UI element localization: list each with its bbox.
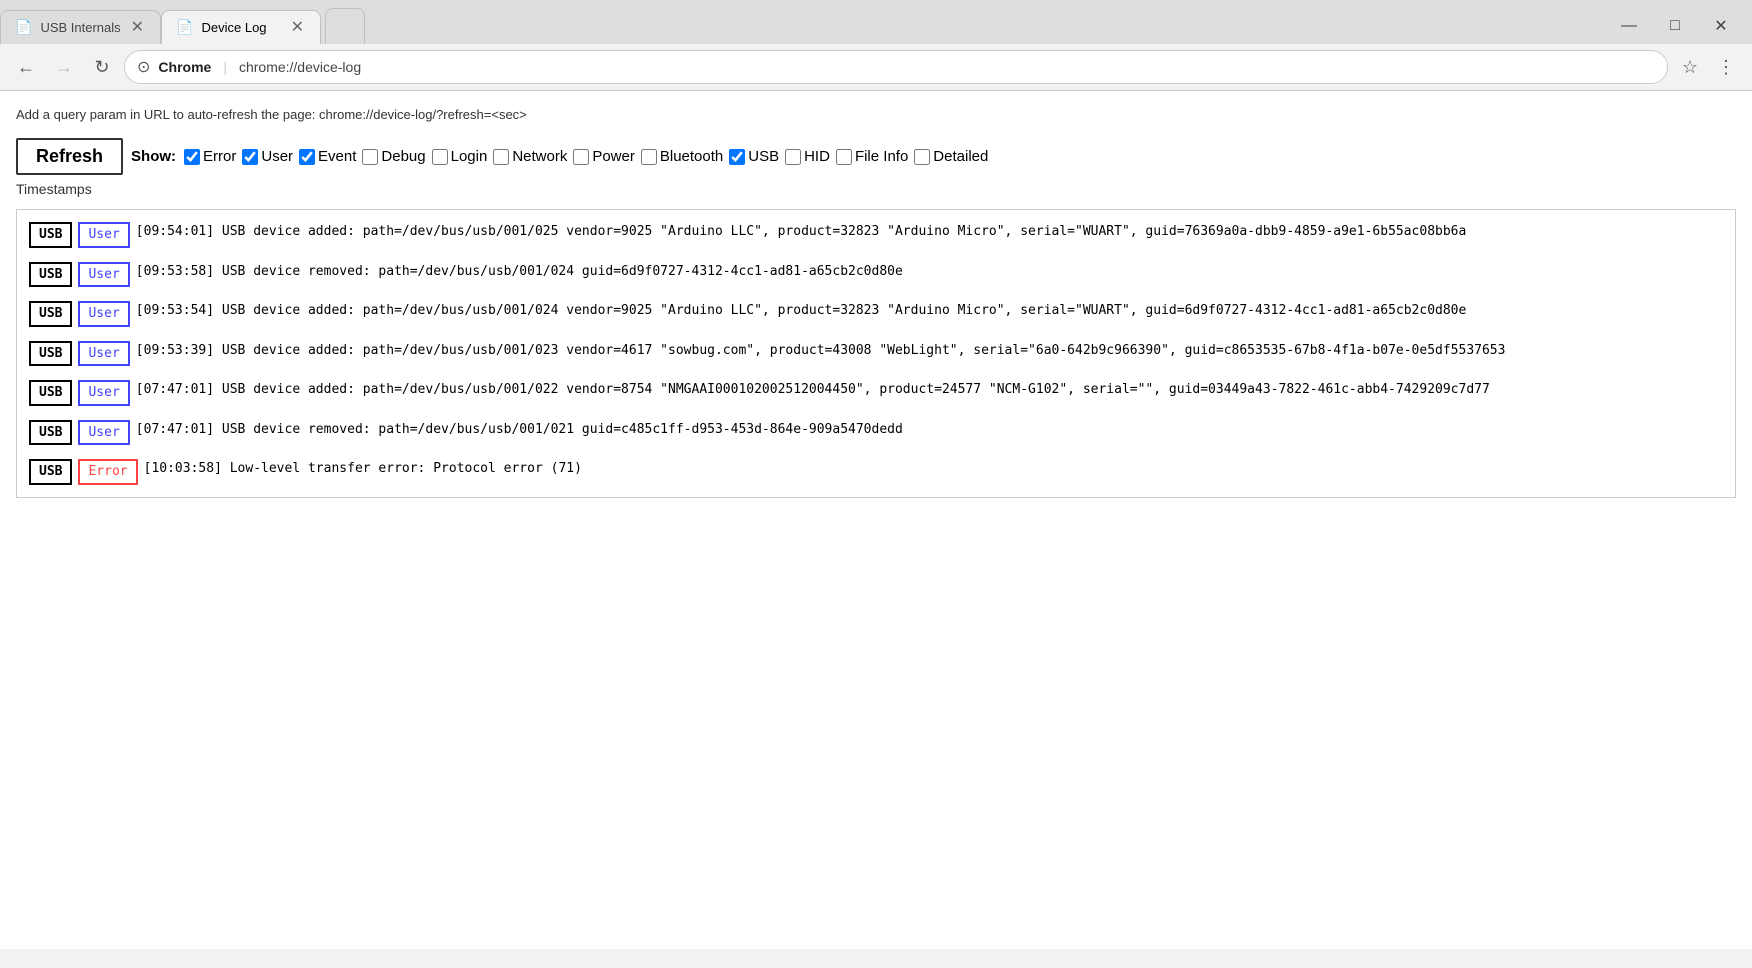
log-entry: USBUser [09:53:54] USB device added: path…	[29, 301, 1723, 327]
checkbox-bluetooth-input[interactable]	[641, 149, 657, 165]
address-separator: |	[223, 59, 227, 75]
type-tag: USB	[29, 262, 72, 288]
checkbox-debug-input[interactable]	[362, 149, 378, 165]
checkbox-login[interactable]: Login	[432, 148, 488, 165]
menu-button[interactable]: ⋮	[1710, 51, 1742, 83]
checkbox-power-input[interactable]	[573, 149, 589, 165]
type-tag: USB	[29, 380, 72, 406]
level-tag: User	[78, 262, 129, 288]
page-content: Add a query param in URL to auto-refresh…	[0, 91, 1752, 949]
checkbox-detailed-input[interactable]	[914, 149, 930, 165]
checkbox-bluetooth[interactable]: Bluetooth	[641, 148, 723, 165]
checkbox-user-label: User	[261, 148, 293, 165]
tab-label-2: Device Log	[201, 20, 266, 35]
level-tag: Error	[78, 459, 137, 485]
checkbox-error[interactable]: Error	[184, 148, 236, 165]
checkbox-network[interactable]: Network	[493, 148, 567, 165]
log-message: [09:53:39] USB device added: path=/dev/b…	[136, 341, 1723, 361]
checkbox-debug-label: Debug	[381, 148, 425, 165]
timestamps-label: Timestamps	[16, 181, 1736, 197]
log-entry: USBUser [09:53:39] USB device added: path…	[29, 341, 1723, 367]
level-tag: User	[78, 380, 129, 406]
log-container: USBUser[09:54:01] USB device added: path…	[16, 209, 1736, 498]
checkbox-group: Error User Event Debug Login Network	[184, 148, 988, 165]
info-text: Add a query param in URL to auto-refresh…	[16, 107, 1736, 122]
checkbox-error-label: Error	[203, 148, 236, 165]
address-bar[interactable]: ⊙ Chrome | chrome://device-log	[124, 50, 1668, 84]
log-entry: USBUser [07:47:01] USB device added: path…	[29, 380, 1723, 406]
nav-actions: ☆ ⋮	[1674, 51, 1742, 83]
log-message: [09:53:54] USB device added: path=/dev/b…	[136, 301, 1723, 321]
checkbox-fileinfo-input[interactable]	[836, 149, 852, 165]
app-name: Chrome	[158, 59, 211, 75]
checkbox-power[interactable]: Power	[573, 148, 635, 165]
nav-bar: ← → ↻ ⊙ Chrome | chrome://device-log ☆ ⋮	[0, 44, 1752, 91]
level-tag: User	[78, 222, 129, 248]
type-tag: USB	[29, 301, 72, 327]
tab-close-button[interactable]: ✕	[129, 20, 146, 36]
checkbox-usb-label: USB	[748, 148, 779, 165]
checkbox-debug[interactable]: Debug	[362, 148, 425, 165]
tab-close-button-2[interactable]: ✕	[289, 20, 306, 36]
log-message: [07:47:01] USB device added: path=/dev/b…	[136, 380, 1723, 400]
checkbox-error-input[interactable]	[184, 149, 200, 165]
log-message: [09:53:58] USB device removed: path=/dev…	[136, 262, 1723, 282]
checkbox-usb-input[interactable]	[729, 149, 745, 165]
tab-bar: 📄 USB Internals ✕ 📄 Device Log ✕ — □ ✕	[0, 0, 1752, 44]
type-tag: USB	[29, 420, 72, 446]
checkbox-user[interactable]: User	[242, 148, 293, 165]
maximize-button[interactable]: □	[1652, 8, 1698, 44]
checkbox-user-input[interactable]	[242, 149, 258, 165]
forward-button[interactable]: →	[48, 51, 80, 83]
tab-label: USB Internals	[40, 20, 120, 35]
reload-button[interactable]: ↻	[86, 51, 118, 83]
log-entry: USBError [10:03:58] Low-level transfer er…	[29, 459, 1723, 485]
log-entry: USBUser [09:54:01] USB device added: path…	[29, 222, 1723, 248]
checkbox-network-label: Network	[512, 148, 567, 165]
checkbox-usb[interactable]: USB	[729, 148, 779, 165]
tab-page-icon: 📄	[15, 19, 32, 36]
checkbox-hid-input[interactable]	[785, 149, 801, 165]
checkbox-fileinfo[interactable]: File Info	[836, 148, 908, 165]
tab-usb-internals[interactable]: 📄 USB Internals ✕	[0, 10, 161, 44]
checkbox-hid[interactable]: HID	[785, 148, 830, 165]
level-tag: User	[78, 420, 129, 446]
level-tag: User	[78, 301, 129, 327]
controls-bar: Refresh Show: Error User Event Debug Log…	[16, 138, 1736, 175]
new-tab-button[interactable]	[325, 8, 365, 44]
checkbox-fileinfo-label: File Info	[855, 148, 908, 165]
log-message: [09:54:01] USB device added: path=/dev/b…	[136, 222, 1723, 242]
checkbox-network-input[interactable]	[493, 149, 509, 165]
log-message: [07:47:01] USB device removed: path=/dev…	[136, 420, 1723, 440]
close-button[interactable]: ✕	[1698, 8, 1744, 44]
tab-page-icon-2: 📄	[176, 19, 193, 36]
checkbox-detailed-label: Detailed	[933, 148, 988, 165]
bookmark-button[interactable]: ☆	[1674, 51, 1706, 83]
checkbox-event-label: Event	[318, 148, 356, 165]
log-message: [10:03:58] Low-level transfer error: Pro…	[144, 459, 1723, 479]
checkbox-bluetooth-label: Bluetooth	[660, 148, 723, 165]
level-tag: User	[78, 341, 129, 367]
browser-chrome: 📄 USB Internals ✕ 📄 Device Log ✕ — □ ✕ ←…	[0, 0, 1752, 91]
type-tag: USB	[29, 459, 72, 485]
checkbox-login-input[interactable]	[432, 149, 448, 165]
checkbox-power-label: Power	[592, 148, 635, 165]
checkbox-event[interactable]: Event	[299, 148, 356, 165]
back-button[interactable]: ←	[10, 51, 42, 83]
type-tag: USB	[29, 341, 72, 367]
show-label: Show:	[131, 148, 176, 165]
checkbox-hid-label: HID	[804, 148, 830, 165]
checkbox-detailed[interactable]: Detailed	[914, 148, 988, 165]
checkbox-event-input[interactable]	[299, 149, 315, 165]
log-entry: USBUser [07:47:01] USB device removed: pa…	[29, 420, 1723, 446]
address-url: chrome://device-log	[239, 59, 361, 75]
type-tag: USB	[29, 222, 72, 248]
refresh-button[interactable]: Refresh	[16, 138, 123, 175]
tab-device-log[interactable]: 📄 Device Log ✕	[161, 10, 321, 44]
minimize-button[interactable]: —	[1606, 8, 1652, 44]
log-entry: USBUser [09:53:58] USB device removed: pa…	[29, 262, 1723, 288]
window-controls: — □ ✕	[1606, 8, 1752, 44]
chrome-icon: ⊙	[137, 57, 150, 77]
checkbox-login-label: Login	[451, 148, 488, 165]
